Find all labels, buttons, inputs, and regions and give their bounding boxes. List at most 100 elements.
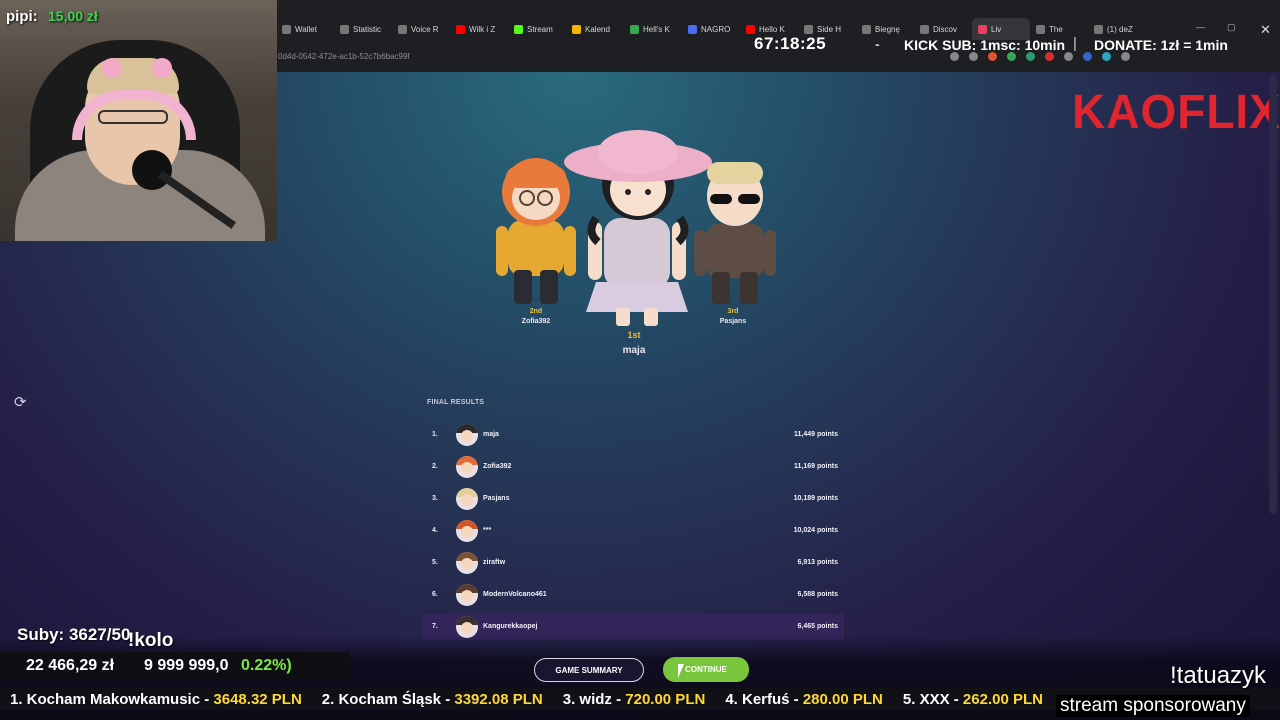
row-position: 1. [432, 431, 438, 438]
ticker-label: 5. XXX - [902, 690, 963, 708]
extension-icon[interactable] [1007, 52, 1016, 61]
mouse-cursor-icon [678, 664, 684, 678]
cat-ear [152, 58, 172, 78]
star-icon[interactable] [969, 52, 978, 61]
player-points: 6,913 points [797, 559, 838, 566]
browser-tab[interactable]: Kalend [566, 18, 624, 40]
tab-label: Wilk i Z [469, 24, 496, 34]
extension-icon[interactable] [1064, 52, 1073, 61]
ticker-label: 3. widz - [562, 690, 626, 708]
results-row: 1. maja 11,449 points [422, 422, 844, 448]
ticker-entry: 3. widz - 720.00 PLN [563, 691, 706, 708]
podium-rank-first: 1st [627, 330, 641, 340]
browser-tab[interactable]: Wilk i Z [450, 18, 508, 40]
continue-button[interactable]: CONTINUE [663, 657, 749, 682]
browser-tab[interactable]: Statistic [334, 18, 392, 40]
ticker-entry: 4. Kerfuś - 280.00 PLN [725, 691, 883, 708]
ticker-amount: 3392.08 PLN [454, 690, 543, 708]
row-position: 3. [432, 495, 438, 502]
browser-tab[interactable]: Stream [508, 18, 566, 40]
tab-label: Discov [933, 24, 958, 34]
tab-label: The [1049, 24, 1063, 34]
chat-icon[interactable]: ⟳ [14, 393, 27, 411]
extension-icon[interactable] [1083, 52, 1092, 61]
overlay-separator: | [1073, 35, 1077, 52]
ticker-amount: 3648.32 PLN [213, 690, 302, 708]
game-summary-button[interactable]: GAME SUMMARY [534, 658, 644, 682]
browser-tab[interactable]: NAGRO [682, 18, 740, 40]
tab-label: Voice R [411, 24, 439, 34]
maximize-icon[interactable]: ▢ [1227, 22, 1236, 33]
browser-tab[interactable]: Wallet [276, 18, 334, 40]
player-avatar [456, 520, 478, 542]
scrollbar[interactable] [1269, 74, 1277, 514]
results-row: 5. ziraftw 6,913 points [422, 550, 844, 576]
results-row: 6. ModernVolcano461 6,588 points [422, 582, 844, 608]
tab-favicon-icon [514, 24, 523, 34]
player-avatar [456, 552, 478, 574]
ticker-amount: 280.00 PLN [802, 690, 883, 708]
minimize-icon[interactable]: — [1196, 22, 1205, 33]
ticker-label: 2. Kocham Śląsk - [321, 690, 455, 708]
ticker-amount: 262.00 PLN [962, 690, 1043, 708]
player-name: ziraftw [483, 559, 506, 566]
player-points: 6,465 points [797, 623, 838, 630]
screen: Wallet Statistic Voice R Wilk i Z Stream Kale… [0, 0, 1280, 720]
ticker-entry: 1. Kocham Makowkamusic - 3648.32 PLN [10, 691, 302, 708]
podium-name-third: Pasjans [719, 318, 747, 325]
address-bar[interactable]: 0d4d-0542-472e-ac1b-52c7b6bac99f [276, 48, 746, 68]
tab-favicon-icon [804, 24, 813, 34]
tab-favicon-icon [920, 24, 929, 34]
extension-icon[interactable] [1045, 52, 1054, 61]
extension-icon[interactable] [1026, 52, 1035, 61]
results-row: 2. Zofia392 11,169 points [422, 454, 844, 480]
player-name: Pasjans [483, 495, 510, 502]
player-name: maja [483, 431, 499, 438]
tab-label: Stream [527, 24, 553, 34]
ticker-label: 1. Kocham Makowkamusic - [10, 690, 214, 708]
kolo-command: !kolo [128, 630, 174, 651]
extension-icon[interactable] [1102, 52, 1111, 61]
extension-icon[interactable] [1121, 52, 1130, 61]
avatar-third-place [694, 162, 776, 304]
avatar-first-place [564, 130, 712, 326]
podium-rank-second: 2nd [529, 308, 543, 315]
kick-sub-rate: KICK SUB: 1msc: 10min [904, 37, 1066, 53]
results-row: 4. *** 10,024 points [422, 518, 844, 544]
microphone [132, 150, 172, 190]
player-points: 11,449 points [794, 431, 838, 438]
tab-label: NAGRO [701, 24, 731, 34]
browser-tab[interactable]: Voice R [392, 18, 450, 40]
extension-icon[interactable] [950, 52, 959, 61]
tab-label: Hell's K [643, 24, 670, 34]
cat-ear [102, 58, 122, 78]
tab-favicon-icon [1094, 24, 1103, 34]
glasses [98, 110, 168, 124]
money-current: 22 466,29 zł [26, 657, 115, 674]
tab-favicon-icon [1036, 24, 1045, 34]
tab-favicon-icon [630, 24, 639, 34]
tab-favicon-icon [688, 24, 697, 34]
subs-counter: Suby: 3627/50 [17, 625, 131, 644]
tab-favicon-icon [398, 24, 407, 34]
money-goal: 9 999 999,0 [144, 657, 229, 674]
final-results-heading: FINAL RESULTS [427, 399, 485, 406]
player-name: Zofia392 [483, 463, 512, 470]
player-avatar [456, 488, 478, 510]
player-points: 10,024 points [793, 527, 838, 534]
tab-favicon-icon [978, 24, 987, 34]
podium-name-first: maja [622, 345, 646, 356]
tab-label: (1) deZ [1107, 24, 1133, 34]
ticker-amount: 720.00 PLN [625, 690, 706, 708]
results-row: 3. Pasjans 10,189 points [422, 486, 844, 512]
tab-label: Statistic [353, 24, 382, 34]
tab-label: Hello K [759, 24, 785, 34]
player-points: 6,588 points [797, 591, 838, 598]
tatuazyk-command: !tatuazyk [1170, 662, 1267, 689]
tab-label: Liv [991, 24, 1002, 34]
webcam-value: 15,00 zł [48, 8, 98, 24]
kaoflix-logo: KAOFLIX [1072, 83, 1280, 139]
close-icon[interactable]: ✕ [1260, 22, 1271, 38]
extension-icon[interactable] [988, 52, 997, 61]
browser-tab[interactable]: Hell's K [624, 18, 682, 40]
